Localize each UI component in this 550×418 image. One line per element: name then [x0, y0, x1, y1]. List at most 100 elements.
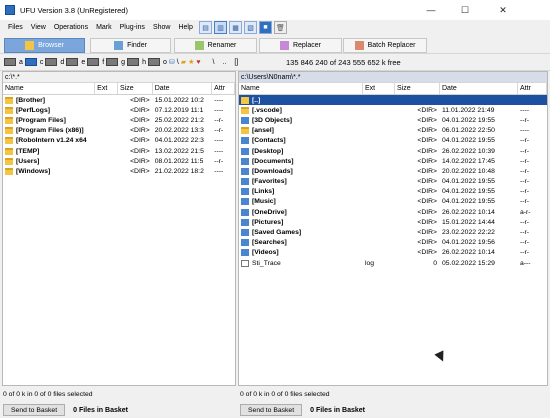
- tab-browser[interactable]: Browser: [4, 38, 85, 53]
- file-row[interactable]: [PerfLogs] <DIR> 07.12.2019 11:1 ----: [3, 105, 235, 115]
- trash-icon[interactable]: 🗑: [274, 21, 287, 34]
- file-row[interactable]: [OneDrive] <DIR> 26.02.2022 10:14 a-r-: [239, 207, 547, 217]
- folder-icon[interactable]: ▰: [181, 54, 186, 71]
- backslash-button[interactable]: \: [177, 54, 179, 71]
- col-ext[interactable]: Ext: [363, 83, 395, 94]
- menu-mark[interactable]: Mark: [92, 20, 116, 36]
- file-row[interactable]: [Downloads] <DIR> 20.02.2022 10:48 --r-: [239, 166, 547, 176]
- menu-plugins[interactable]: Plug-ins: [116, 20, 149, 36]
- file-row[interactable]: [Searches] <DIR> 04.01.2022 19:56 --r-: [239, 238, 547, 248]
- col-date[interactable]: Date: [440, 83, 518, 94]
- file-row[interactable]: [Program Files] <DIR> 25.02.2022 21:2 --r-: [3, 115, 235, 125]
- detail-view-icon[interactable]: ▥: [214, 21, 227, 34]
- maximize-button[interactable]: ☐: [448, 0, 482, 20]
- menu-files[interactable]: Files: [4, 20, 27, 36]
- col-date[interactable]: Date: [153, 83, 213, 94]
- folder-icon: [241, 106, 249, 114]
- file-row[interactable]: [TEMP] <DIR> 13.02.2022 21:5 ----: [3, 146, 235, 156]
- file-name: [OneDrive]: [252, 208, 287, 216]
- file-row[interactable]: [Pictures] <DIR> 15.01.2022 14:44 --r-: [239, 217, 547, 227]
- file-row[interactable]: [ansel] <DIR> 06.01.2022 22:50 ----: [239, 126, 547, 136]
- cell-attr: --r-: [520, 167, 530, 175]
- file-row[interactable]: [Documents] <DIR> 14.02.2022 17:45 --r-: [239, 156, 547, 166]
- col-name[interactable]: Name: [239, 83, 363, 94]
- file-row[interactable]: [Favorites] <DIR> 04.01.2022 19:55 --r-: [239, 177, 547, 187]
- file-name: [PerfLogs]: [16, 106, 50, 114]
- cell-name: [Pictures]: [239, 218, 363, 226]
- file-row[interactable]: [Contacts] <DIR> 04.01.2022 19:55 --r-: [239, 136, 547, 146]
- file-row[interactable]: [3D Objects] <DIR> 04.01.2022 19:55 --r-: [239, 115, 547, 125]
- favorites-heart-icon[interactable]: ♥: [196, 54, 200, 71]
- folder-icon: [241, 127, 249, 135]
- send-to-basket-button[interactable]: Send to Basket: [240, 404, 303, 416]
- drive-a[interactable]: a: [4, 54, 23, 71]
- cell-date: 04.01.2022 19:55: [442, 178, 495, 186]
- drive-d[interactable]: d: [45, 54, 64, 71]
- file-row[interactable]: [Saved Games] <DIR> 23.02.2022 22:22 --r-: [239, 227, 547, 237]
- cell-attr: --r-: [214, 157, 224, 165]
- file-row[interactable]: [RoboIntern v1.24 x64 <DIR> 04.01.2022 22:…: [3, 136, 235, 146]
- file-row[interactable]: [Music] <DIR> 04.01.2022 19:55 --r-: [239, 197, 547, 207]
- cell-name: [..]: [239, 96, 363, 104]
- file-name: [Program Files (x86)]: [16, 127, 84, 135]
- col-ext[interactable]: Ext: [95, 83, 118, 94]
- cell-size: <DIR>: [130, 96, 150, 104]
- cell-attr: --r-: [520, 198, 530, 206]
- drive-e[interactable]: e: [66, 54, 85, 71]
- star-icon[interactable]: ★: [188, 54, 194, 71]
- file-name: [Links]: [252, 188, 275, 196]
- file-row[interactable]: [Users] <DIR> 08.01.2022 11:5 --r-: [3, 156, 235, 166]
- menu-help[interactable]: Help: [174, 20, 196, 36]
- file-row[interactable]: Sti_Trace log 0 05.02.2022 15:29 a---: [239, 258, 547, 268]
- tab-batch-replacer[interactable]: Batch Replacer: [343, 38, 427, 53]
- send-to-basket-button[interactable]: Send to Basket: [3, 404, 66, 416]
- drive-o[interactable]: o: [147, 54, 167, 71]
- menu-view[interactable]: View: [27, 20, 50, 36]
- file-row[interactable]: [.vscode] <DIR> 11.01.2022 21:49 ----: [239, 105, 547, 115]
- file-row[interactable]: [Desktop] <DIR> 26.02.2022 10:39 --r-: [239, 146, 547, 156]
- cell-date: 21.02.2022 18:2: [154, 167, 204, 175]
- col-attr[interactable]: Attr: [212, 83, 235, 94]
- tab-finder[interactable]: Finder: [90, 38, 171, 53]
- close-button[interactable]: ✕: [486, 0, 520, 20]
- tab-renamer[interactable]: Renamer: [174, 38, 257, 53]
- root-button[interactable]: \: [213, 54, 215, 71]
- drive-f[interactable]: f: [87, 54, 104, 71]
- file-name: [Searches]: [252, 239, 287, 247]
- drive-h[interactable]: h: [127, 54, 146, 71]
- menu-show[interactable]: Show: [149, 20, 175, 36]
- tab-finder-label: Finder: [127, 42, 147, 49]
- plugin-icon[interactable]: ■: [259, 21, 272, 34]
- tree-view-icon[interactable]: ▧: [244, 21, 257, 34]
- file-row[interactable]: [Videos] <DIR> 26.02.2022 10:14 --r-: [239, 248, 547, 258]
- drive-bar: a c d e f g h o ⛁ \ ▰ ★ ♥ \ .. [] 135 84…: [0, 54, 550, 71]
- file-name: [3D Objects]: [252, 116, 293, 124]
- cell-attr: ----: [520, 127, 530, 135]
- parent-button[interactable]: ..: [223, 54, 227, 71]
- minimize-button[interactable]: —: [414, 0, 448, 20]
- left-file-panel[interactable]: c:\*.* Name Ext Size Date Attr [Brother]…: [2, 71, 236, 386]
- col-name[interactable]: Name: [3, 83, 96, 94]
- file-row[interactable]: [..]: [239, 95, 547, 106]
- col-size[interactable]: Size: [118, 83, 153, 94]
- brackets-button[interactable]: []: [234, 54, 238, 71]
- folder-icon: [5, 116, 13, 124]
- file-row[interactable]: [Program Files (x86)] <DIR> 20.02.2022 13:…: [3, 126, 235, 136]
- grid-view-icon[interactable]: ▦: [229, 21, 242, 34]
- cell-attr: a-r-: [520, 208, 531, 216]
- list-view-icon[interactable]: ▤: [199, 21, 212, 34]
- cell-attr: ----: [214, 167, 224, 175]
- file-row[interactable]: [Links] <DIR> 04.01.2022 19:55 --r-: [239, 187, 547, 197]
- col-attr[interactable]: Attr: [518, 83, 547, 94]
- drive-g[interactable]: g: [106, 54, 125, 71]
- network-icon[interactable]: ⛁: [169, 54, 175, 71]
- drive-icon: [127, 58, 140, 66]
- file-row[interactable]: [Brother] <DIR> 15.01.2022 10:2 ----: [3, 95, 235, 105]
- menu-operations[interactable]: Operations: [50, 20, 92, 36]
- drive-c[interactable]: c: [24, 54, 43, 71]
- drive-g-label: g: [121, 58, 126, 66]
- file-row[interactable]: [Windows] <DIR> 21.02.2022 18:2 ----: [3, 166, 235, 176]
- tab-replacer[interactable]: Replacer: [259, 38, 342, 53]
- col-size[interactable]: Size: [395, 83, 440, 94]
- right-file-panel[interactable]: c:\Users\N0nam\*.* Name Ext Size Date At…: [238, 71, 548, 386]
